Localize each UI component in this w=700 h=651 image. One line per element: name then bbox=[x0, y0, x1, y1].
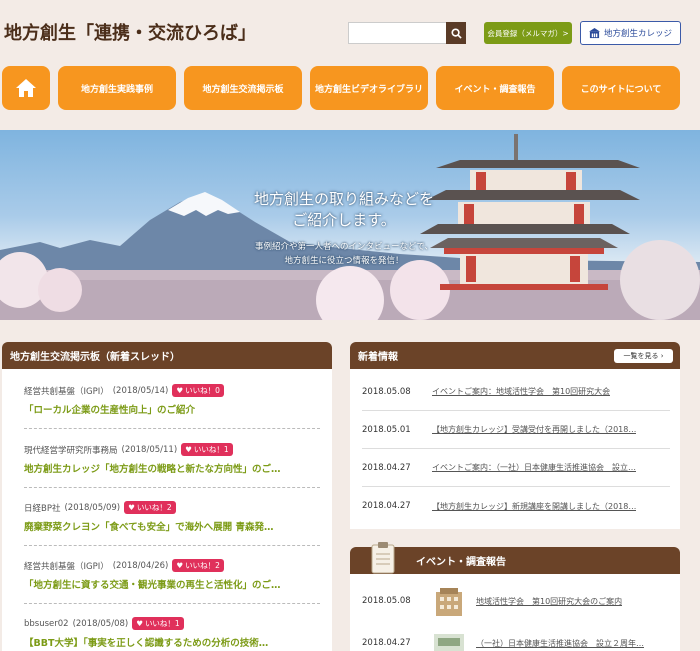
events-panel-title: イベント・調査報告 bbox=[416, 557, 506, 568]
site-title[interactable]: 地方創生「連携・交流ひろば」 bbox=[4, 19, 256, 45]
site-header: 地方創生「連携・交流ひろば」 会員登録（メルマガ）> 地方創生カレッジ 地方創生… bbox=[0, 0, 700, 130]
heart-icon: ♥ bbox=[128, 503, 135, 512]
thread-item[interactable]: bbsuser02 (2018/05/08) ♥ いいね！1 【BBT大学】「事実を正… bbox=[24, 617, 320, 649]
thread-date: (2018/05/14) bbox=[112, 385, 169, 396]
board-panel-header: 地方創生交流掲示板（新着スレッド） bbox=[2, 342, 332, 369]
event-date: 2018.05.08 bbox=[362, 596, 411, 606]
news-date: 2018.05.01 bbox=[362, 424, 411, 435]
news-date: 2018.05.08 bbox=[362, 386, 411, 397]
clipboard-icon bbox=[371, 541, 395, 573]
like-badge[interactable]: ♥ いいね！1 bbox=[181, 443, 233, 456]
thread-item[interactable]: 経営共創基盤（IGPI） (2018/04/26) ♥ いいね！2 「地方創生に資する… bbox=[24, 559, 320, 591]
like-count: いいね！2 bbox=[136, 503, 172, 512]
thread-divider bbox=[24, 603, 320, 604]
news-row[interactable]: 2018.04.27 【地方創生カレッジ】新規講座を開講しました（2018… bbox=[362, 487, 670, 525]
event-row[interactable]: 2018.04.27 （一社）日本健康生活推進協会 設立２周年… bbox=[362, 628, 670, 651]
like-badge[interactable]: ♥ いいね！2 bbox=[172, 559, 224, 572]
event-link[interactable]: 地域活性学会 第10回研究大会のご案内 bbox=[476, 596, 622, 607]
news-link[interactable]: イベントご案内：（一社）日本健康生活推進協会 設立… bbox=[432, 462, 636, 473]
college-link-label: 地方創生カレッジ bbox=[603, 29, 672, 39]
thread-item[interactable]: 現代経営学研究所事務局 (2018/05/11) ♥ いいね！1 地方創生カレッジ「地… bbox=[24, 443, 320, 475]
hero-banner: 地方創生の取り組みなどを ご紹介します。 事例紹介や第一人者へのインタビューなど… bbox=[0, 130, 700, 320]
nav-item-events-reports[interactable]: イベント・調査報告 bbox=[436, 66, 554, 110]
nav-item-bulletin-board[interactable]: 地方創生交流掲示板 bbox=[184, 66, 302, 110]
thread-author: 現代経営学研究所事務局 bbox=[24, 445, 118, 456]
thread-title-link[interactable]: 「地方創生に資する交通・観光事業の再生と活性化」のご… bbox=[24, 577, 320, 591]
hero-title-line-2: ご紹介します。 bbox=[292, 211, 396, 229]
nav-item-practice-cases[interactable]: 地方創生実践事例 bbox=[58, 66, 176, 110]
college-link-button[interactable]: 地方創生カレッジ bbox=[580, 21, 681, 45]
thread-date: (2018/05/09) bbox=[64, 502, 121, 513]
news-more-button[interactable]: 一覧を見る › bbox=[614, 349, 673, 363]
thread-title-link[interactable]: 地方創生カレッジ「地方創生の戦略と新たな方向性」のご… bbox=[24, 461, 320, 475]
news-row[interactable]: 2018.05.08 イベントご案内：地域活性学会 第10回研究大会 bbox=[362, 373, 670, 411]
thread-author: 日経BP社 bbox=[24, 503, 61, 514]
house-icon bbox=[16, 79, 36, 97]
building-thumbnail-icon bbox=[436, 588, 462, 616]
like-count: いいね！1 bbox=[193, 445, 229, 454]
thread-author: 経営共創基盤（IGPI） bbox=[24, 386, 109, 397]
news-date: 2018.04.27 bbox=[362, 501, 411, 511]
thread-item[interactable]: 経営共創基盤（IGPI） (2018/05/14) ♥ いいね！0 「ローカル企業の生… bbox=[24, 384, 320, 416]
nav-item-video-library[interactable]: 地方創生ビデオライブラリ bbox=[310, 66, 428, 110]
thread-divider bbox=[24, 545, 320, 546]
news-date: 2018.04.27 bbox=[362, 462, 411, 473]
news-row[interactable]: 2018.05.01 【地方創生カレッジ】受講受付を再開しました（2018… bbox=[362, 411, 670, 449]
news-panel: 2018.05.08 イベントご案内：地域活性学会 第10回研究大会 2018.… bbox=[350, 369, 680, 529]
thread-date: (2018/04/26) bbox=[112, 560, 169, 571]
hero-subtitle-line-2: 地方創生に役立つ情報を発信！ bbox=[284, 256, 404, 266]
thread-title-link[interactable]: 廃棄野菜クレヨン「食べても安全」で海外へ展開 青森発… bbox=[24, 519, 320, 533]
heart-icon: ♥ bbox=[136, 619, 143, 628]
heart-icon: ♥ bbox=[176, 386, 184, 395]
news-link[interactable]: 【地方創生カレッジ】受講受付を再開しました（2018… bbox=[432, 424, 636, 435]
heart-icon: ♥ bbox=[185, 445, 192, 454]
like-badge[interactable]: ♥ いいね！1 bbox=[132, 617, 184, 630]
like-count: いいね！2 bbox=[185, 561, 220, 570]
like-badge[interactable]: ♥ いいね！2 bbox=[124, 501, 176, 514]
event-date: 2018.04.27 bbox=[362, 638, 411, 648]
thread-title-link[interactable]: 「ローカル企業の生産性向上」のご紹介 bbox=[24, 402, 320, 416]
search-button[interactable] bbox=[446, 22, 466, 44]
member-register-button[interactable]: 会員登録（メルマガ）> bbox=[484, 22, 572, 44]
like-count: いいね！0 bbox=[185, 386, 220, 395]
event-link[interactable]: （一社）日本健康生活推進協会 設立２周年… bbox=[476, 638, 644, 649]
thread-date: (2018/05/11) bbox=[121, 444, 178, 455]
thread-divider bbox=[24, 487, 320, 488]
news-row[interactable]: 2018.04.27 イベントご案内：（一社）日本健康生活推進協会 設立… bbox=[362, 449, 670, 487]
board-panel-title: 地方創生交流掲示板（新着スレッド） bbox=[10, 352, 180, 363]
like-badge[interactable]: ♥ いいね！0 bbox=[172, 384, 224, 397]
news-panel-title: 新着情報 bbox=[358, 352, 398, 363]
thread-date: (2018/05/08) bbox=[72, 618, 129, 629]
building-icon bbox=[588, 27, 600, 38]
thread-author: 経営共創基盤（IGPI） bbox=[24, 561, 109, 572]
thread-divider bbox=[24, 428, 320, 429]
events-panel-header: イベント・調査報告 bbox=[350, 541, 680, 574]
meeting-room-thumbnail-icon bbox=[434, 634, 464, 651]
nav-home-button[interactable] bbox=[2, 66, 50, 110]
search-input[interactable] bbox=[348, 22, 446, 44]
events-panel: 2018.05.08 地域活性学会 第10回研究大会のご案内 2018.04.2… bbox=[350, 574, 680, 651]
thread-title-link[interactable]: 【BBT大学】「事実を正しく認識するための分析の技術… bbox=[24, 635, 320, 649]
hero-subtitle-line-1: 事例紹介や第一人者へのインタビューなどで、 bbox=[255, 242, 433, 252]
search-icon bbox=[450, 27, 462, 39]
thread-author: bbsuser02 bbox=[24, 618, 69, 629]
heart-icon: ♥ bbox=[176, 561, 184, 570]
hero-subtitle: 事例紹介や第一人者へのインタビューなどで、 地方創生に役立つ情報を発信！ bbox=[234, 240, 454, 268]
nav-item-about-site[interactable]: このサイトについて bbox=[562, 66, 680, 110]
like-count: いいね！1 bbox=[144, 619, 180, 628]
event-row[interactable]: 2018.05.08 地域活性学会 第10回研究大会のご案内 bbox=[362, 586, 670, 616]
news-link[interactable]: イベントご案内：地域活性学会 第10回研究大会 bbox=[432, 386, 610, 397]
hero-title-line-1: 地方創生の取り組みなどを bbox=[253, 190, 434, 208]
news-link[interactable]: 【地方創生カレッジ】新規講座を開講しました（2018… bbox=[432, 501, 636, 512]
thread-item[interactable]: 日経BP社 (2018/05/09) ♥ いいね！2 廃棄野菜クレヨン「食べても安全」… bbox=[24, 501, 320, 533]
hero-title: 地方創生の取り組みなどを ご紹介します。 bbox=[234, 189, 454, 231]
